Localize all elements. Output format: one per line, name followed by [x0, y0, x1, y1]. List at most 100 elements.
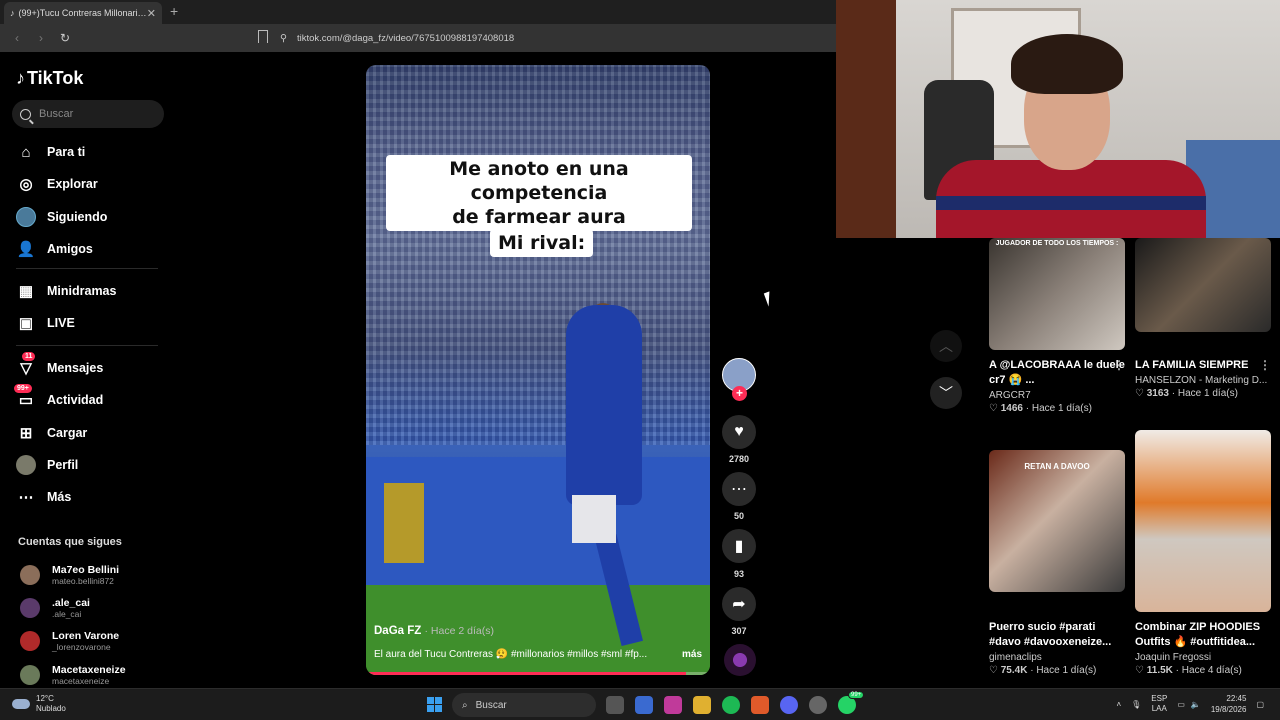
- video-progress-bar[interactable]: [366, 672, 710, 675]
- weather-temp: 12°C: [36, 694, 54, 703]
- video-player[interactable]: Me anoto en una competencia de farmear a…: [366, 65, 710, 675]
- card-likes: 1466: [1000, 403, 1023, 414]
- music-disc-icon[interactable]: [724, 644, 756, 676]
- card-title-text: LA FAMILIA SIEMPRE: [1135, 359, 1249, 371]
- app-icon[interactable]: [809, 696, 827, 714]
- card-meta: ♡ 11.5K · Hace 4 día(s): [1135, 665, 1271, 676]
- network-icon[interactable]: ▭: [1177, 700, 1185, 709]
- bookmark-icon: ▮: [734, 538, 744, 555]
- browser-tab[interactable]: ♪ (99+)Tucu Contreras Millonarios ✕: [4, 2, 162, 24]
- recommended-card[interactable]: JUGADOR DE TODO LOS TIEMPOS : A @LACOBRA…: [989, 238, 1125, 414]
- compass-icon: ◎: [19, 176, 33, 193]
- notification-icon[interactable]: ▢: [1256, 700, 1264, 709]
- nav-mensajes[interactable]: ▽ 11 Mensajes: [16, 352, 103, 380]
- browser-tab-bar: ♪ (99+)Tucu Contreras Millonarios ✕ +: [0, 0, 836, 24]
- nav-amigos[interactable]: 👤 Amigos: [16, 237, 93, 261]
- new-tab-button[interactable]: +: [170, 3, 178, 19]
- search-input[interactable]: Buscar: [12, 100, 164, 128]
- nav-perfil[interactable]: Perfil: [16, 453, 78, 477]
- tiktok-logo[interactable]: ♪ TikTok: [16, 68, 83, 89]
- video-author[interactable]: DaGa FZ · Hace 2 día(s): [374, 625, 702, 637]
- like-count: 2780: [728, 454, 750, 464]
- tab-title: (99+)Tucu Contreras Millonarios: [18, 8, 147, 18]
- bookmark-icon[interactable]: [258, 30, 268, 43]
- volume-icon[interactable]: 🔈: [1191, 700, 1201, 709]
- lang-layout: LAA: [1151, 704, 1167, 713]
- card-time: · Hace 4 día(s): [1175, 665, 1242, 676]
- following-account[interactable]: Loren Varone _lorenzovarone: [20, 630, 119, 652]
- avatar: [20, 631, 40, 651]
- save-button[interactable]: ▮: [722, 529, 756, 563]
- follow-plus-icon[interactable]: +: [732, 386, 747, 401]
- share-arrow-icon: ➦: [732, 596, 746, 613]
- recommended-card[interactable]: RETAN A DAVOO Puerro sucio #parati #davo…: [989, 450, 1125, 676]
- caption-line: Me anoto en una competencia: [449, 158, 629, 204]
- video-description: El aura del Tucu Contreras 😮‍💨 #millonar…: [374, 649, 702, 660]
- back-button[interactable]: ‹: [10, 31, 24, 45]
- taskbar-search-label: Buscar: [475, 699, 507, 711]
- comment-icon: ⋯: [731, 481, 747, 498]
- address-bar-row: ‹ › ↻ ⚲ tiktok.com/@daga_fz/video/767510…: [0, 24, 836, 52]
- video-thumbnail: JUGADOR DE TODO LOS TIEMPOS :: [989, 238, 1125, 350]
- weather-desc: Nublado: [36, 704, 66, 713]
- chevron-up-icon[interactable]: ˄: [1116, 700, 1121, 709]
- following-account[interactable]: .ale_cai .ale_cai: [20, 597, 90, 619]
- task-view-icon[interactable]: [606, 696, 624, 714]
- following-account[interactable]: Ma7eo Bellini mateo.bellini872: [20, 564, 119, 586]
- avatar: [20, 665, 40, 685]
- nav-minidramas[interactable]: ▦ Minidramas: [16, 279, 117, 303]
- heart-outline-icon: ♡: [989, 403, 998, 414]
- windows-start-icon[interactable]: [427, 697, 442, 712]
- more-options-icon[interactable]: ⋮: [1259, 358, 1271, 373]
- card-meta: ♡ 75.4K · Hace 1 día(s): [989, 665, 1125, 676]
- nav-explorar[interactable]: ◎ Explorar: [16, 172, 97, 196]
- discord-icon[interactable]: [780, 696, 798, 714]
- clock[interactable]: 22:45 19/8/2026: [1211, 693, 1247, 715]
- minidramas-icon: ▦: [18, 283, 34, 300]
- share-button[interactable]: ➦: [722, 587, 756, 621]
- caption-line: de farmear aura: [452, 206, 626, 228]
- recommended-card[interactable]: Combinar ZIP HOODIES Outfits 🔥 #outfitid…: [1135, 430, 1271, 676]
- more-button[interactable]: más: [682, 649, 702, 660]
- nav-cargar[interactable]: ⊞ Cargar: [16, 421, 88, 445]
- spotify-icon[interactable]: [722, 696, 740, 714]
- card-author: Joaquin Fregossi: [1135, 652, 1212, 663]
- brave-browser-icon[interactable]: [751, 696, 769, 714]
- microphone-icon[interactable]: 🎙: [1131, 700, 1141, 709]
- reload-button[interactable]: ↻: [58, 31, 72, 45]
- mouse-cursor-icon: [763, 291, 775, 307]
- app-icon[interactable]: [635, 696, 653, 714]
- chevron-down-icon: ﹀: [939, 385, 953, 401]
- card-time: · Hace 1 día(s): [1171, 388, 1238, 399]
- language-indicator[interactable]: ESP LAA: [1151, 694, 1167, 714]
- nav-live[interactable]: ▣ LIVE: [16, 311, 75, 335]
- nav-mas[interactable]: ⋯ Más: [16, 485, 72, 509]
- description-text: El aura del Tucu Contreras 😮‍💨 #millonar…: [374, 649, 648, 660]
- whatsapp-icon[interactable]: 99+: [838, 691, 865, 714]
- comment-button[interactable]: ⋯: [722, 472, 756, 506]
- url-bar[interactable]: ⚲ tiktok.com/@daga_fz/video/767510098819…: [280, 28, 830, 48]
- weather-widget[interactable]: 12°C Nublado: [12, 694, 66, 714]
- card-meta: ♡ 3163 · Hace 1 día(s): [1135, 388, 1271, 399]
- friends-icon: 👤: [16, 241, 36, 258]
- video-thumbnail: RETAN A DAVOO: [989, 450, 1125, 592]
- file-explorer-icon[interactable]: [693, 696, 711, 714]
- nav-actividad[interactable]: ▭ 99+ Actividad: [14, 384, 103, 412]
- taskbar-search[interactable]: ⌕ Buscar: [452, 693, 596, 717]
- previous-video-button[interactable]: ︿: [930, 330, 962, 362]
- more-options-icon[interactable]: ⋮: [1113, 358, 1125, 373]
- recommended-card[interactable]: LA FAMILIA SIEMPRE ⋮ HANSELZON - Marketin…: [1135, 238, 1271, 399]
- messages-icon: ▽ 11: [16, 352, 36, 378]
- forward-button[interactable]: ›: [34, 31, 48, 45]
- nav-siguiendo[interactable]: Siguiendo: [16, 205, 107, 229]
- windows-taskbar: 12°C Nublado ⌕ Buscar 99+ ˄ 🎙 ESP LAA ▭ 🔈 …: [0, 688, 1280, 720]
- like-button[interactable]: ♥: [722, 415, 756, 449]
- following-avatar-icon: [16, 207, 36, 227]
- site-info-icon[interactable]: ⚲: [280, 33, 287, 44]
- following-account[interactable]: Macetaxeneize macetaxeneize: [20, 664, 126, 686]
- avatar: [20, 598, 40, 618]
- next-video-button[interactable]: ﹀: [930, 377, 962, 409]
- copilot-icon[interactable]: [664, 696, 682, 714]
- nav-para-ti[interactable]: ⌂ Para ti: [16, 140, 85, 164]
- tab-close-icon[interactable]: ✕: [147, 7, 156, 20]
